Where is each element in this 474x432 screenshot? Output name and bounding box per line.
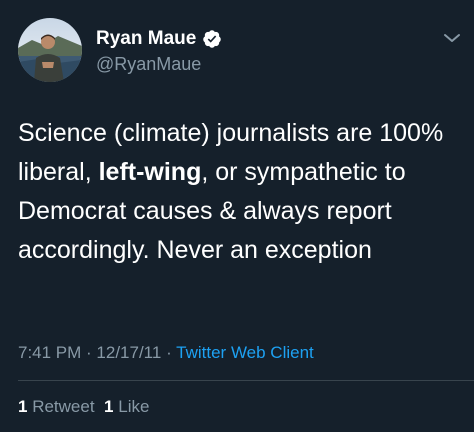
likes-stat[interactable]: 1 Like xyxy=(104,397,149,416)
tweet-text: Science (climate) journalists are 100% l… xyxy=(18,114,458,270)
retweet-label: Retweet xyxy=(32,397,95,416)
tweet-source-link[interactable]: Twitter Web Client xyxy=(176,343,314,362)
author-display-name[interactable]: Ryan Maue xyxy=(96,28,196,50)
retweets-stat[interactable]: 1 Retweet xyxy=(18,397,95,416)
tweet-time[interactable]: 7:41 PM xyxy=(18,343,81,362)
verified-badge-icon xyxy=(202,29,222,49)
tweet-date[interactable]: 12/17/11 xyxy=(96,343,161,362)
avatar[interactable] xyxy=(18,18,82,82)
tweet-menu-chevron-down-icon[interactable] xyxy=(440,26,464,50)
tweet-metadata: 7:41 PM · 12/17/11 · Twitter Web Client xyxy=(18,342,314,364)
separator-dot: · xyxy=(161,343,177,362)
retweet-count: 1 xyxy=(18,397,28,416)
like-label: Like xyxy=(118,397,150,416)
profile-photo-icon xyxy=(18,18,82,82)
tweet-text-bold: left-wing xyxy=(98,158,202,186)
author-handle[interactable]: @RyanMaue xyxy=(96,53,201,75)
tweet-card: Ryan Maue @RyanMaue Science (climate) jo… xyxy=(0,0,474,432)
divider xyxy=(18,380,474,381)
author-name-row[interactable]: Ryan Maue xyxy=(96,28,222,50)
separator-dot: · xyxy=(81,343,97,362)
like-count: 1 xyxy=(104,397,114,416)
tweet-stats: 1 Retweet 1 Like xyxy=(18,396,149,418)
